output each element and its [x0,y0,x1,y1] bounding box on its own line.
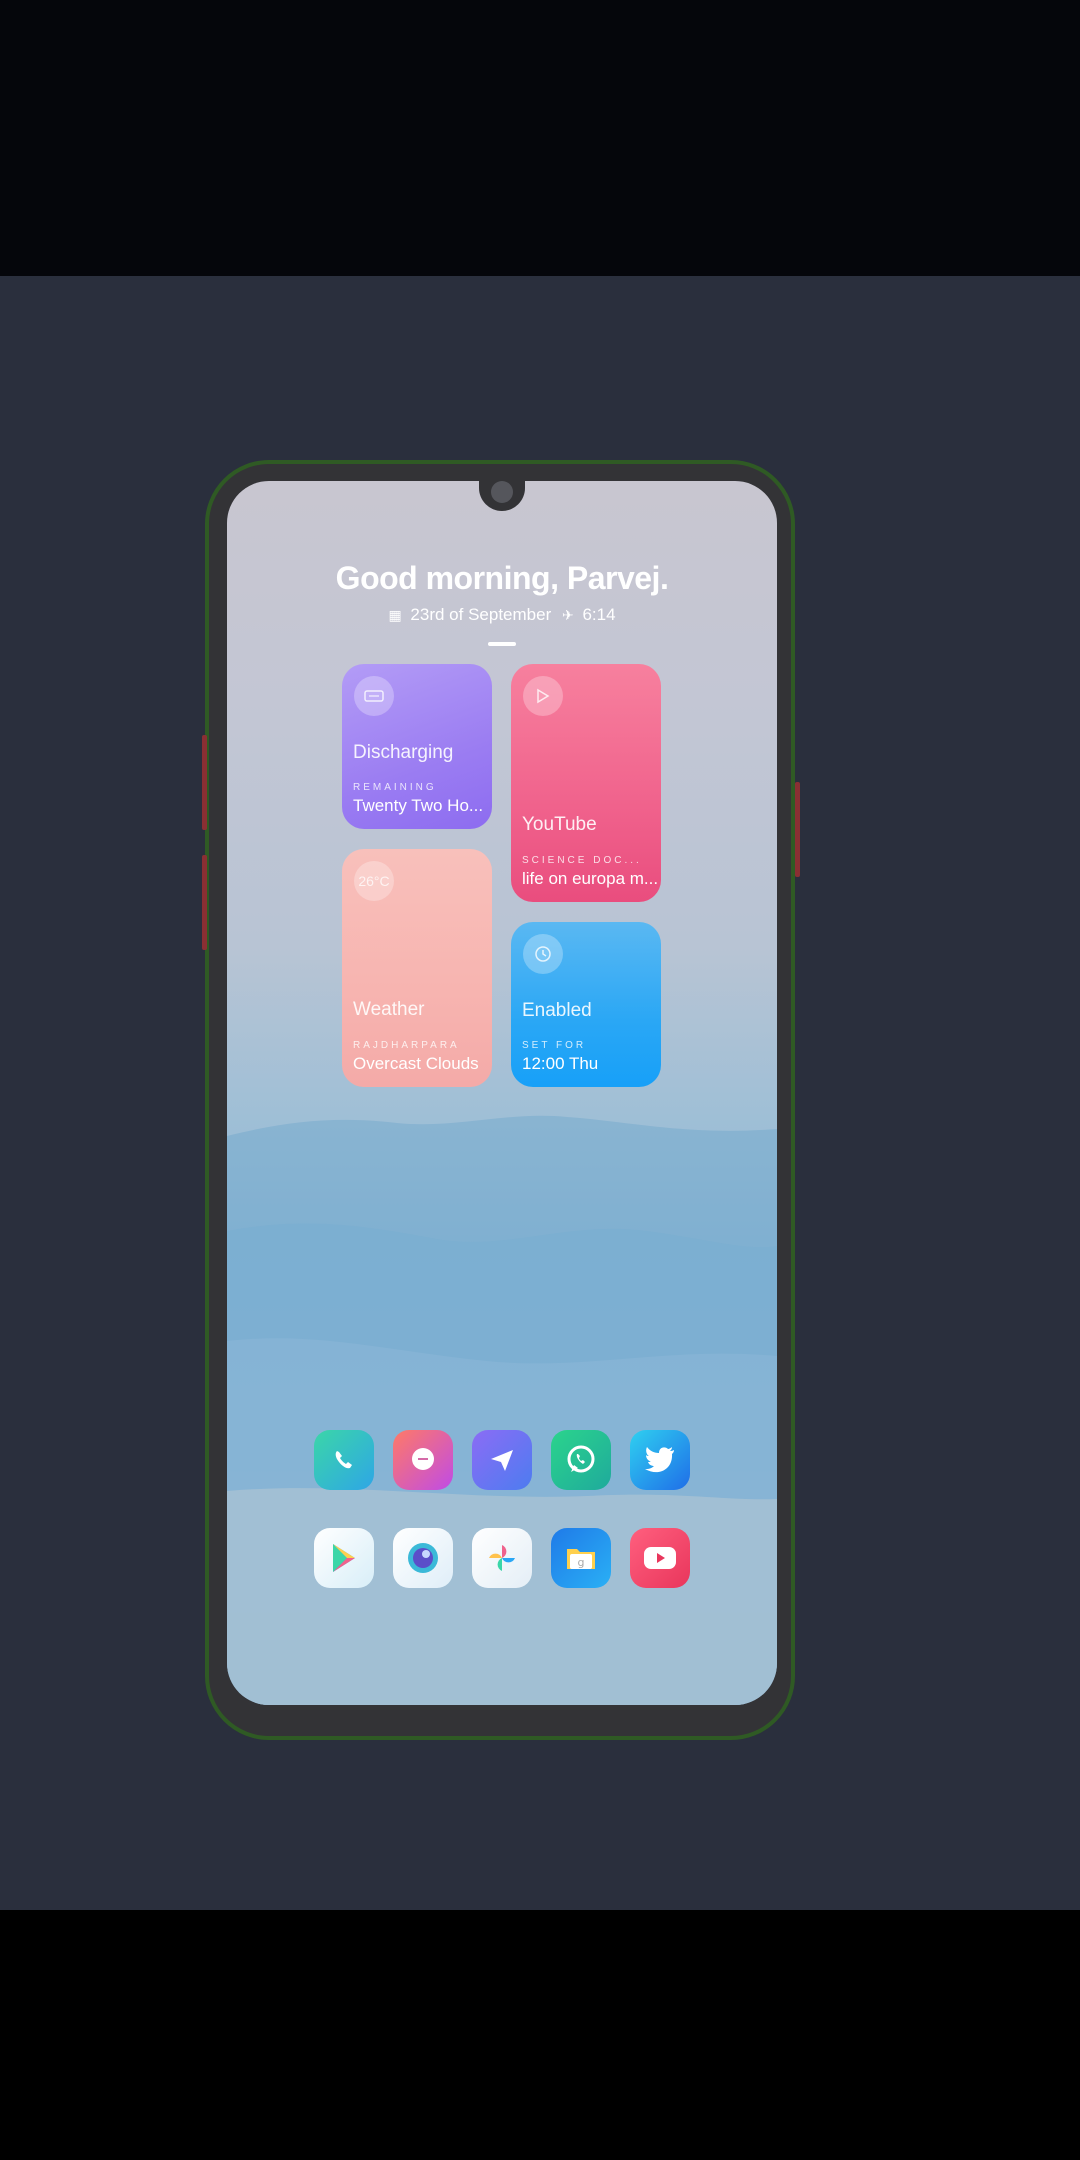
top-letterbox [0,0,1080,276]
power-button [795,782,800,877]
youtube-app-icon[interactable] [630,1528,690,1588]
date-time-line: ▦ 23rd of September ✈ 6:14 [227,605,777,625]
alarm-value: 12:00 Thu [522,1054,599,1073]
weather-value: Overcast Clouds [353,1054,479,1073]
alarm-title: Enabled [522,1000,592,1021]
battery-title: Discharging [353,742,454,763]
twitter-app-icon[interactable] [630,1430,690,1490]
drawer-handle[interactable] [488,642,516,646]
home-screen [227,481,777,1705]
battery-caption: REMAINING [353,782,437,793]
play-icon [523,676,563,716]
date-text: 23rd of September [410,605,552,624]
youtube-title: YouTube [522,814,597,835]
youtube-caption: SCIENCE DOC... [522,855,642,866]
bottom-letterbox [0,1910,1080,2160]
greeting-text: Good morning, Parvej. [335,560,669,596]
volume-down-button [202,855,207,950]
photos-app-icon[interactable] [472,1528,532,1588]
files-app-icon[interactable]: g [551,1528,611,1588]
weather-widget[interactable]: 26°C Weather RAJDHARPARA Overcast Clouds [342,849,492,1087]
camera-app-icon[interactable] [393,1528,453,1588]
youtube-widget[interactable]: YouTube SCIENCE DOC... life on europa m.… [511,664,661,902]
alarm-widget[interactable]: Enabled SET FOR 12:00 Thu [511,922,661,1087]
front-camera [491,481,513,503]
battery-value: Twenty Two Ho... [353,796,484,815]
weather-caption: RAJDHARPARA [353,1040,460,1051]
youtube-value: life on europa m... [522,869,659,888]
clock-icon [523,934,563,974]
volume-up-button [202,735,207,830]
phone-app-icon[interactable] [314,1430,374,1490]
calendar-icon: ▦ [388,607,402,623]
whatsapp-app-icon[interactable] [551,1430,611,1490]
weather-title: Weather [353,999,425,1020]
battery-icon [354,676,394,716]
messages-app-icon[interactable] [393,1430,453,1490]
send-app-icon[interactable] [472,1430,532,1490]
mountain-wallpaper [227,1115,777,1705]
alarm-caption: SET FOR [522,1040,587,1051]
play-store-app-icon[interactable] [314,1528,374,1588]
time-text: 6:14 [582,605,616,624]
weather-temp-badge: 26°C [354,861,394,901]
battery-widget[interactable]: Discharging REMAINING Twenty Two Ho... [342,664,492,829]
airplane-icon: ✈ [561,607,574,623]
svg-text:g: g [578,1556,585,1569]
